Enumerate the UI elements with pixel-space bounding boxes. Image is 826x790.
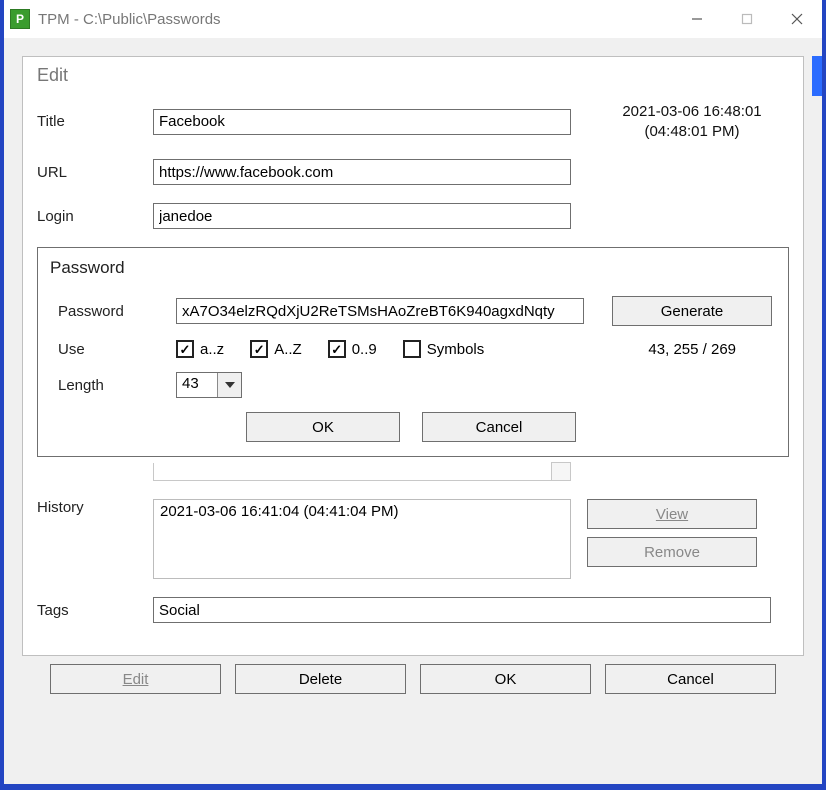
checkbox-icon	[403, 340, 421, 358]
minimize-icon	[691, 13, 703, 25]
title-input[interactable]	[153, 109, 571, 135]
app-window: P TPM - C:\Public\Passwords Edit Title 2…	[4, 0, 822, 784]
password-actions: OK Cancel	[50, 412, 772, 442]
window-title: TPM - C:\Public\Passwords	[38, 11, 221, 28]
bottom-bar: Edit Delete OK Cancel	[22, 656, 804, 712]
history-label: History	[37, 499, 153, 516]
view-button[interactable]: View	[587, 499, 757, 529]
password-group: Password Password Generate Use a..z A..Z	[37, 247, 789, 457]
length-value: 43	[177, 373, 217, 397]
timestamp: 2021-03-06 16:48:01 (04:48:01 PM)	[595, 102, 789, 141]
checkbox-symbols[interactable]: Symbols	[403, 340, 485, 358]
collapsed-field	[153, 463, 571, 481]
tags-input[interactable]	[153, 597, 771, 623]
delete-button[interactable]: Delete	[235, 664, 406, 694]
scrollbar-thumb[interactable]	[812, 56, 822, 96]
history-buttons: View Remove	[587, 499, 757, 567]
tags-row: Tags	[37, 597, 789, 623]
checkbox-AZ[interactable]: A..Z	[250, 340, 302, 358]
checkbox-icon	[250, 340, 268, 358]
maximize-button[interactable]	[722, 0, 772, 38]
timestamp-line1: 2021-03-06 16:48:01	[595, 102, 789, 122]
checkbox-digits-label: 0..9	[352, 341, 377, 358]
title-label: Title	[37, 113, 153, 130]
timestamp-line2: (04:48:01 PM)	[595, 122, 789, 142]
password-row: Password Generate	[50, 296, 772, 326]
length-row: Length 43	[50, 372, 772, 398]
app-icon: P	[10, 9, 30, 29]
checkbox-az[interactable]: a..z	[176, 340, 224, 358]
url-label: URL	[37, 164, 153, 181]
checkbox-icon	[328, 340, 346, 358]
login-label: Login	[37, 208, 153, 225]
password-ok-button[interactable]: OK	[246, 412, 400, 442]
checkbox-digits[interactable]: 0..9	[328, 340, 377, 358]
content-area: Edit Title 2021-03-06 16:48:01 (04:48:01…	[4, 38, 822, 784]
length-label: Length	[50, 377, 176, 394]
checkbox-symbols-label: Symbols	[427, 341, 485, 358]
login-row: Login	[37, 203, 789, 229]
remove-button[interactable]: Remove	[587, 537, 757, 567]
use-row: Use a..z A..Z 0..9 Symb	[50, 340, 772, 358]
password-stats: 43, 255 / 269	[648, 341, 772, 358]
use-label: Use	[50, 341, 176, 358]
history-list[interactable]: 2021-03-06 16:41:04 (04:41:04 PM)	[153, 499, 571, 579]
cancel-button[interactable]: Cancel	[605, 664, 776, 694]
password-group-title: Password	[50, 258, 772, 278]
password-cancel-button[interactable]: Cancel	[422, 412, 576, 442]
titlebar: P TPM - C:\Public\Passwords	[4, 0, 822, 38]
login-input[interactable]	[153, 203, 571, 229]
minimize-button[interactable]	[672, 0, 722, 38]
generate-button[interactable]: Generate	[612, 296, 772, 326]
password-label: Password	[50, 303, 176, 320]
checkbox-icon	[176, 340, 194, 358]
checkbox-AZ-label: A..Z	[274, 341, 302, 358]
tags-label: Tags	[37, 602, 153, 619]
ok-button[interactable]: OK	[420, 664, 591, 694]
history-row: History 2021-03-06 16:41:04 (04:41:04 PM…	[37, 499, 789, 579]
close-button[interactable]	[772, 0, 822, 38]
url-input[interactable]	[153, 159, 571, 185]
edit-panel: Edit Title 2021-03-06 16:48:01 (04:48:01…	[22, 56, 804, 656]
collapsed-field-button[interactable]	[551, 462, 571, 481]
history-entry[interactable]: 2021-03-06 16:41:04 (04:41:04 PM)	[160, 503, 564, 520]
url-row: URL	[37, 159, 789, 185]
checkbox-az-label: a..z	[200, 341, 224, 358]
length-select[interactable]: 43	[176, 372, 242, 398]
close-icon	[791, 13, 803, 25]
password-input[interactable]	[176, 298, 584, 324]
chevron-down-icon	[217, 373, 241, 397]
maximize-icon	[741, 13, 753, 25]
edit-button[interactable]: Edit	[50, 664, 221, 694]
panel-heading: Edit	[37, 65, 789, 86]
title-row: Title 2021-03-06 16:48:01 (04:48:01 PM)	[37, 102, 789, 141]
